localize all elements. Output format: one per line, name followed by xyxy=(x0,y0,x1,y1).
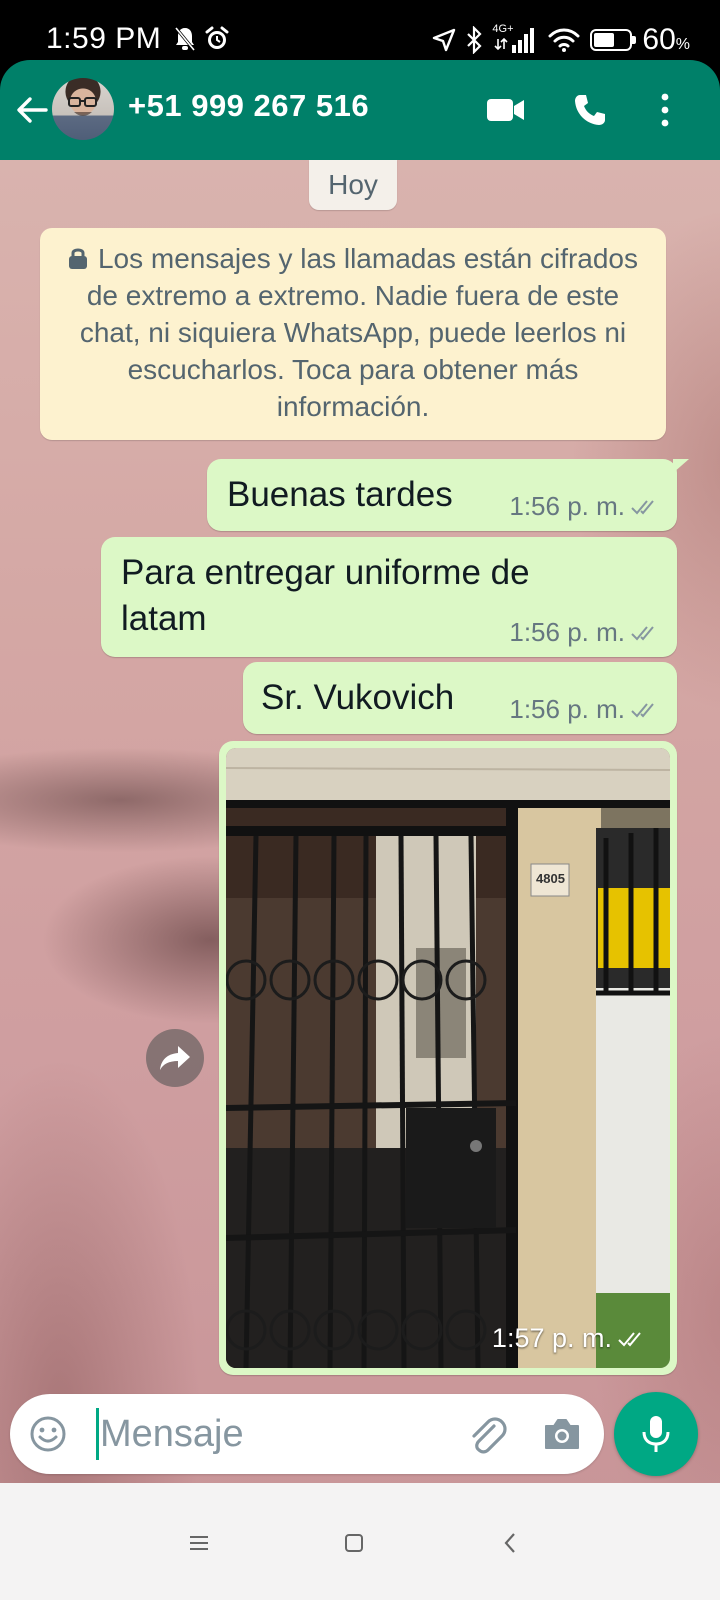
message-meta: 1:56 p. m. xyxy=(509,694,661,725)
status-notification-icons xyxy=(174,24,230,54)
message-time: 1:57 p. m. xyxy=(491,1323,612,1353)
double-check-icon xyxy=(631,625,654,640)
camera-icon[interactable] xyxy=(540,1412,584,1456)
date-divider: Hoy xyxy=(309,160,397,210)
bubble-tail xyxy=(673,459,689,473)
battery-icon xyxy=(590,29,637,51)
battery-percent: 60% xyxy=(642,23,690,56)
double-check-icon xyxy=(631,499,654,514)
message-time: 1:56 p. m. xyxy=(509,491,625,521)
location-arrow-icon xyxy=(433,28,456,52)
video-call-button[interactable] xyxy=(484,88,528,132)
home-square-icon xyxy=(345,1534,363,1552)
image-message-bubble[interactable]: 4805 1:57 p. m. xyxy=(219,741,677,1375)
message-bubble[interactable]: Sr. Vukovich 1:56 p. m. xyxy=(243,662,677,734)
message-meta: 1:56 p. m. xyxy=(509,617,661,648)
wifi-icon xyxy=(548,28,580,52)
bluetooth-icon xyxy=(467,26,482,54)
message-time: 1:56 p. m. xyxy=(509,617,625,647)
voice-message-button[interactable] xyxy=(614,1392,698,1476)
status-system-icons: 4G+ 60% xyxy=(432,20,690,60)
double-check-icon xyxy=(631,702,654,717)
message-composer xyxy=(10,1394,604,1474)
text-cursor xyxy=(96,1408,99,1460)
more-options-button[interactable] xyxy=(643,88,687,132)
avatar[interactable] xyxy=(52,78,114,140)
contact-name[interactable]: +51 999 267 516 xyxy=(128,88,369,124)
lock-icon xyxy=(68,248,87,269)
back-arrow-icon[interactable] xyxy=(12,90,52,130)
recent-apps-button[interactable] xyxy=(179,1523,219,1563)
cell-signal-icon xyxy=(494,28,535,53)
menu-lines-icon xyxy=(190,1536,208,1550)
message-bubble[interactable]: Buenas tardes 1:56 p. m. xyxy=(207,459,689,531)
video-call-icon xyxy=(487,99,524,121)
alarm-icon xyxy=(205,26,229,49)
chat-header: +51 999 267 516 xyxy=(0,60,720,160)
emoji-icon[interactable] xyxy=(28,1414,68,1454)
microphone-icon xyxy=(642,1416,670,1452)
voice-call-button[interactable] xyxy=(568,88,612,132)
battery-fill xyxy=(594,33,615,47)
encryption-notice-text: Los mensajes y las llamadas están cifrad… xyxy=(79,243,639,422)
home-button[interactable] xyxy=(334,1523,374,1563)
message-text: Sr. Vukovich xyxy=(261,678,455,717)
back-chevron-icon xyxy=(504,1533,515,1553)
status-time: 1:59 PM xyxy=(46,22,162,55)
paperclip-icon[interactable] xyxy=(464,1412,508,1456)
address-plate: 4805 xyxy=(536,871,565,886)
message-time: 1:56 p. m. xyxy=(509,694,625,724)
message-text: Buenas tardes xyxy=(227,475,453,514)
forward-button[interactable] xyxy=(146,1029,204,1087)
double-check-icon xyxy=(618,1331,641,1346)
screen: 1:59 PM 4G+ 60% +51 999 267 516 Hoy Los … xyxy=(0,0,720,1600)
gate-photo-image: 4805 xyxy=(226,748,670,1368)
signal-indicator: 4G+ xyxy=(492,23,538,55)
system-navigation-bar xyxy=(0,1483,720,1600)
muted-bell-icon xyxy=(174,27,196,51)
encryption-notice[interactable]: Los mensajes y las llamadas están cifrad… xyxy=(40,228,666,440)
more-options-icon xyxy=(661,93,669,127)
photo-gate-entrance[interactable]: 4805 1:57 p. m. xyxy=(226,748,670,1368)
message-input[interactable] xyxy=(100,1404,450,1464)
back-button[interactable] xyxy=(490,1523,530,1563)
glasses-icon xyxy=(68,97,97,116)
message-bubble[interactable]: Para entregar uniforme de latam 1:56 p. … xyxy=(101,537,677,657)
message-meta: 1:56 p. m. xyxy=(509,491,661,522)
forward-arrow-icon xyxy=(160,1046,190,1070)
phone-icon xyxy=(575,95,605,125)
image-message-meta: 1:57 p. m. xyxy=(492,1323,648,1354)
